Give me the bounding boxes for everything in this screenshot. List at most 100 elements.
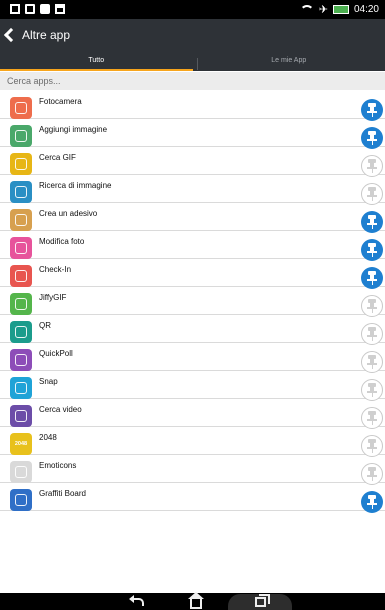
icon-glyph: [15, 102, 27, 114]
app-name: QR: [39, 321, 51, 330]
list-item[interactable]: Aggiungi immagine: [0, 119, 385, 149]
pin-icon: [367, 327, 377, 341]
pin-toggle-button[interactable]: [361, 435, 383, 457]
emoticons-icon: [10, 461, 32, 483]
app-name: QuickPoll: [39, 349, 73, 358]
pin-toggle-button[interactable]: [361, 379, 383, 401]
navigation-bar: [0, 591, 385, 610]
graffiti-icon: [10, 489, 32, 511]
pin-toggle-button[interactable]: [361, 155, 383, 177]
recent-apps-button[interactable]: [228, 594, 292, 610]
poll-icon: [10, 349, 32, 371]
image-icon: [25, 4, 35, 14]
notification-icons: [10, 4, 65, 14]
list-item[interactable]: Snap: [0, 371, 385, 401]
pin-icon: [367, 355, 377, 369]
icon-glyph: [15, 326, 27, 338]
notification-icon: [10, 4, 20, 14]
pin-icon: [367, 495, 377, 509]
home-nav-button[interactable]: [176, 591, 216, 610]
tab-le-mie-app[interactable]: Le mie App: [193, 53, 385, 71]
pin-icon: [367, 411, 377, 425]
app-name: Emoticons: [39, 461, 77, 470]
tab-label: Le mie App: [271, 57, 307, 64]
pin-icon: [367, 131, 377, 145]
icon-glyph: [15, 382, 27, 394]
wifi-icon: [299, 4, 314, 15]
edit-photo-icon: [10, 237, 32, 259]
list-item[interactable]: Cerca GIF: [0, 147, 385, 177]
tab-indicator: [0, 69, 193, 71]
list-item[interactable]: Fotocamera: [0, 91, 385, 121]
list-item[interactable]: QuickPoll: [0, 343, 385, 373]
back-nav-button[interactable]: [118, 593, 158, 610]
status-bar: ✈ 04:20: [0, 0, 385, 19]
icon-text: 2048: [14, 441, 28, 447]
back-icon: [129, 594, 144, 606]
icon-glyph: [15, 214, 27, 226]
icon-glyph: [15, 242, 27, 254]
app-name: Crea un adesivo: [39, 209, 98, 218]
icon-glyph: [15, 354, 27, 366]
tab-tutto[interactable]: Tutto: [0, 53, 193, 71]
pin-toggle-button[interactable]: [361, 323, 383, 345]
icon-glyph: [15, 130, 27, 142]
status-icons: ✈ 04:20: [299, 3, 379, 16]
airplane-icon: ✈: [318, 4, 328, 16]
list-item[interactable]: Check-In: [0, 259, 385, 289]
list-item[interactable]: QR: [0, 315, 385, 345]
pin-toggle-button[interactable]: [361, 99, 383, 121]
icon-glyph: [15, 270, 27, 282]
pin-toggle-button[interactable]: [361, 351, 383, 373]
add-image-icon: [10, 125, 32, 147]
search-bar: [0, 72, 385, 90]
pin-toggle-button[interactable]: [361, 183, 383, 205]
home-icon: [188, 591, 204, 609]
list-item[interactable]: JiffyGIF: [0, 287, 385, 317]
search-input[interactable]: [7, 73, 367, 89]
clock: 04:20: [353, 4, 379, 15]
back-button[interactable]: Altre app: [3, 27, 70, 43]
pin-icon: [367, 383, 377, 397]
app-name: Ricerca di immagine: [39, 181, 112, 190]
game-2048-icon: 2048: [10, 433, 32, 455]
list-item[interactable]: Cerca video: [0, 399, 385, 429]
app-list: Fotocamera Aggiungi immagine Cerca GIF Rice…: [0, 91, 385, 513]
pin-toggle-button[interactable]: [361, 267, 383, 289]
list-item[interactable]: Crea un adesivo: [0, 203, 385, 233]
image-search-icon: [10, 181, 32, 203]
qr-code-icon: [10, 321, 32, 343]
location-pin-icon: [10, 265, 32, 287]
app-name: Check-In: [39, 265, 72, 274]
pin-icon: [367, 271, 377, 285]
list-item[interactable]: Ricerca di immagine: [0, 175, 385, 205]
recent-apps-icon: [254, 594, 270, 607]
camera-icon: [40, 4, 50, 14]
sticker-icon: [10, 209, 32, 231]
list-item[interactable]: Modifica foto: [0, 231, 385, 261]
pin-toggle-button[interactable]: [361, 211, 383, 233]
icon-glyph: [15, 410, 27, 422]
app-name: Aggiungi immagine: [39, 125, 108, 134]
list-item[interactable]: Emoticons: [0, 455, 385, 485]
pin-toggle-button[interactable]: [361, 463, 383, 485]
list-item[interactable]: 2048 2048: [0, 427, 385, 457]
icon-glyph: [15, 186, 27, 198]
pin-toggle-button[interactable]: [361, 239, 383, 261]
app-header: Altre app Tutto Le mie App: [0, 19, 385, 71]
gif-search-icon: [10, 153, 32, 175]
chevron-left-icon: [3, 27, 19, 43]
icon-glyph: [15, 494, 27, 506]
pin-toggle-button[interactable]: [361, 491, 383, 513]
list-item[interactable]: Graffiti Board: [0, 483, 385, 513]
bag-icon: [55, 4, 65, 14]
pin-toggle-button[interactable]: [361, 295, 383, 317]
camera-icon: [10, 97, 32, 119]
snap-icon: [10, 377, 32, 399]
tab-label: Tutto: [88, 57, 105, 64]
pin-toggle-button[interactable]: [361, 407, 383, 429]
pin-icon: [367, 243, 377, 257]
app-name: Cerca video: [39, 405, 82, 414]
pin-toggle-button[interactable]: [361, 127, 383, 149]
app-name: Graffiti Board: [39, 489, 86, 498]
